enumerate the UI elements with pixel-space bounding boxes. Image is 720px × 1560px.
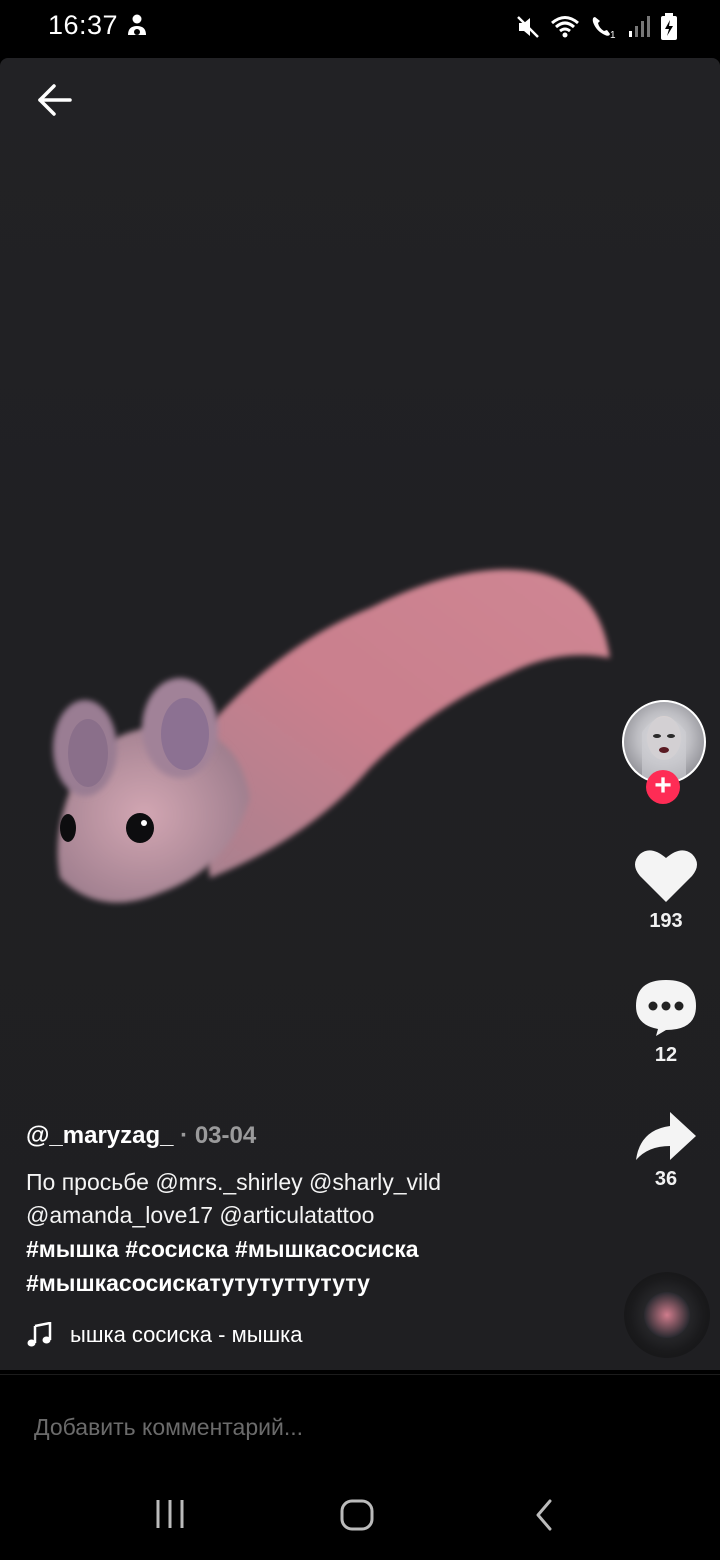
signal-icon	[628, 15, 650, 39]
comment-count: 12	[654, 1044, 678, 1066]
home-icon	[340, 1499, 374, 1531]
description-line: По просьбе @mrs._shirley @sharly_vild	[26, 1169, 442, 1195]
back-icon	[536, 1499, 552, 1531]
author-row: @_maryzag_ · 03-04	[26, 1122, 606, 1154]
system-nav-bar	[0, 1476, 720, 1560]
music-disc[interactable]	[624, 1272, 710, 1358]
status-bar: 16:37 1	[0, 0, 720, 56]
pink-mouse-sausage-image	[53, 569, 610, 903]
hashtag-line[interactable]: #мышка #сосиска #мышкасосиска	[26, 1232, 606, 1266]
post-description: По просьбе @mrs._shirley @sharly_vild @a…	[26, 1166, 606, 1232]
mute-icon	[516, 14, 540, 40]
post-caption: @_maryzag_ · 03-04 По просьбе @mrs._shir…	[26, 1122, 606, 1300]
music-note-icon	[27, 1322, 52, 1347]
status-icons: 1	[516, 12, 678, 42]
follow-button[interactable]: +	[646, 770, 680, 804]
svg-text:1: 1	[610, 30, 616, 40]
date-separator: ·	[180, 1122, 189, 1149]
arrow-left-icon	[38, 84, 72, 116]
recents-icon	[156, 1500, 184, 1528]
heart-icon	[635, 850, 697, 902]
music-row[interactable]: ышка сосиска - мышка	[26, 1322, 303, 1348]
share-arrow-icon	[636, 1112, 696, 1160]
post-date: 03-04	[194, 1122, 257, 1149]
recents-button[interactable]	[140, 1498, 200, 1542]
status-time: 16:37	[48, 10, 119, 40]
post-hashtags: #мышка #сосиска #мышкасосиска #мышкасоси…	[26, 1232, 606, 1300]
description-line: @amanda_love17 @articulatattoo	[26, 1202, 375, 1228]
share-button[interactable]: 36	[626, 1110, 706, 1191]
author-username[interactable]: @_maryzag_	[26, 1122, 173, 1149]
hashtag-line[interactable]: #мышкасосискатутутуттутуту	[26, 1266, 606, 1300]
comment-input[interactable]	[32, 1409, 686, 1445]
wifi-icon	[550, 15, 580, 39]
home-button[interactable]	[327, 1498, 387, 1542]
like-button[interactable]: 193	[626, 846, 706, 933]
music-cover-icon	[644, 1292, 690, 1338]
notification-person-icon	[126, 13, 148, 39]
comment-bar	[0, 1374, 720, 1475]
share-count: 36	[654, 1168, 678, 1190]
music-title: ышка сосиска - мышка	[70, 1322, 303, 1347]
back-button[interactable]	[32, 80, 76, 120]
battery-charging-icon	[660, 13, 678, 41]
like-count: 193	[649, 910, 683, 932]
wifi-calling-icon: 1	[590, 14, 618, 40]
comment-bubble-icon	[636, 980, 696, 1036]
comment-button[interactable]: 12	[626, 978, 706, 1067]
nav-back-button[interactable]	[515, 1498, 575, 1542]
screen: 16:37 1 + 193 12 36 @_maryzag_ · 03-04 П…	[0, 0, 720, 1560]
